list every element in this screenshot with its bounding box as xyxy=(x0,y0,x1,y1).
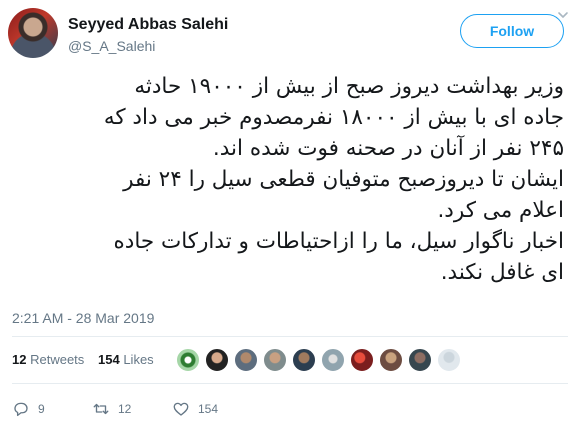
chevron-down-icon[interactable] xyxy=(556,8,570,22)
tweet-line: اعلام می کرد. xyxy=(437,198,564,223)
liker-avatar[interactable] xyxy=(176,348,200,372)
likes-label: Likes xyxy=(123,352,154,367)
user-name[interactable]: Seyyed Abbas Salehi xyxy=(68,16,228,34)
like-count: 154 xyxy=(198,402,219,416)
tweet-actions: 9 12 154 xyxy=(12,397,568,421)
tweet-line: جاده ای با بیش از ۱۸۰۰۰ نفرمصدوم خبر می … xyxy=(103,105,564,130)
retweet-button[interactable]: 12 xyxy=(92,397,131,421)
liker-avatar[interactable] xyxy=(379,348,403,372)
heart-icon xyxy=(173,402,189,416)
liker-avatar[interactable] xyxy=(437,348,461,372)
tweet-text: وزیر بهداشت دیروز صبح از بیش از ۱۹۰۰۰ حا… xyxy=(12,71,564,288)
tweet-line: ایشان تا دیروزصبح متوفیان قطعی سیل را ۲۴… xyxy=(123,167,564,192)
reply-count: 9 xyxy=(38,402,45,416)
divider xyxy=(12,336,568,337)
tweet-line: ۲۴۵ نفر از آنان در صحنه فوت شده اند. xyxy=(212,136,564,161)
divider xyxy=(12,383,568,384)
user-avatar[interactable] xyxy=(8,8,58,58)
liker-avatar[interactable] xyxy=(234,348,258,372)
retweet-count: 12 xyxy=(118,402,132,416)
reply-icon xyxy=(14,402,28,417)
tweet-header: Seyyed Abbas Salehi @S_A_Salehi Follow xyxy=(8,8,570,64)
tweet-line: اخبار ناگوار سیل، ما را ازاحتیاطات و تدا… xyxy=(113,229,564,254)
tweet-line: ای غافل نکند. xyxy=(440,260,564,285)
follow-button[interactable]: Follow xyxy=(460,14,564,48)
tweet-stats: 12 Retweets 154 Likes xyxy=(12,346,568,374)
liker-avatar[interactable] xyxy=(408,348,432,372)
likes-count: 154 xyxy=(98,352,120,367)
liker-avatar[interactable] xyxy=(205,348,229,372)
likes-stat[interactable]: 154 Likes xyxy=(98,352,154,367)
liker-avatar[interactable] xyxy=(263,348,287,372)
liker-avatar[interactable] xyxy=(350,348,374,372)
tweet-line: وزیر بهداشت دیروز صبح از بیش از ۱۹۰۰۰ حا… xyxy=(134,74,564,99)
retweets-count: 12 xyxy=(12,352,27,367)
retweets-label: Retweets xyxy=(30,352,85,367)
like-button[interactable]: 154 xyxy=(172,397,218,421)
tweet-timestamp[interactable]: 2:21 AM - 28 Mar 2019 xyxy=(12,310,154,326)
liker-avatar[interactable] xyxy=(292,348,316,372)
retweet-icon xyxy=(93,403,109,415)
liker-avatar[interactable] xyxy=(321,348,345,372)
retweets-stat[interactable]: 12 Retweets xyxy=(12,352,84,367)
user-handle[interactable]: @S_A_Salehi xyxy=(68,38,155,54)
reply-button[interactable]: 9 xyxy=(12,397,45,421)
